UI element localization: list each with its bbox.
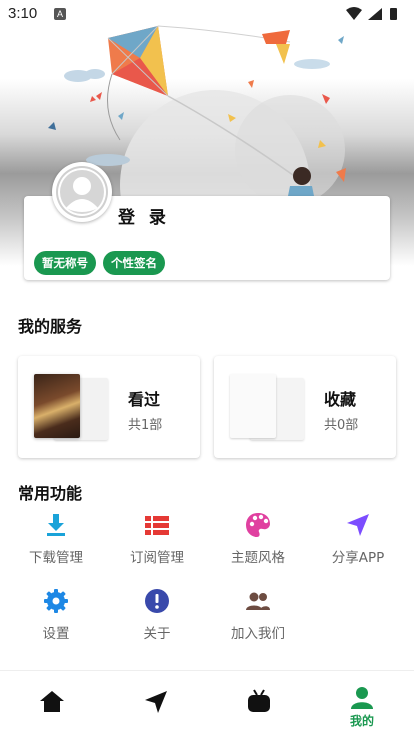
service-label: 收藏	[324, 390, 357, 409]
person-icon	[351, 687, 373, 709]
service-count: 共1部	[128, 418, 163, 433]
avatar[interactable]	[52, 162, 112, 222]
share-app-item[interactable]: 分享APP	[313, 512, 403, 566]
join-us-item[interactable]: 加入我们	[213, 588, 303, 642]
home-icon	[40, 691, 64, 712]
send-icon	[145, 691, 167, 713]
battery-icon	[390, 8, 397, 20]
theme-style-item[interactable]: 主题风格	[213, 512, 303, 566]
default-avatar-icon	[56, 166, 108, 218]
function-label: 设置	[42, 626, 70, 642]
wifi-icon	[346, 7, 362, 20]
function-label: 分享APP	[331, 550, 385, 566]
service-card-favorites[interactable]: 收藏 共0部	[214, 356, 396, 458]
subscription-manage-item[interactable]: 订阅管理	[112, 512, 202, 566]
list-icon	[145, 516, 169, 535]
nav-home[interactable]	[22, 689, 82, 715]
services-title: 我的服务	[18, 317, 83, 336]
login-label[interactable]: 登 录	[118, 203, 170, 228]
title-chip[interactable]: 暂无称号	[34, 251, 96, 275]
settings-item[interactable]: 设置	[11, 588, 101, 642]
palette-icon	[246, 513, 270, 537]
function-label: 下载管理	[29, 550, 83, 566]
signature-chip[interactable]: 个性签名	[103, 251, 165, 275]
gear-icon	[44, 589, 68, 613]
group-icon	[246, 592, 270, 610]
download-icon	[47, 514, 65, 536]
tv-icon	[248, 689, 270, 712]
function-label: 主题风格	[231, 550, 285, 566]
service-label: 看过	[128, 390, 161, 409]
bottom-nav: 我的	[0, 670, 414, 737]
function-label: 加入我们	[231, 626, 285, 642]
download-manage-item[interactable]: 下载管理	[11, 512, 101, 566]
status-bar: 3:10 A	[0, 0, 414, 28]
nav-tv[interactable]	[229, 689, 289, 715]
service-count: 共0部	[324, 418, 359, 433]
status-time: 3:10	[8, 5, 38, 22]
service-card-watched[interactable]: 看过 共1部	[18, 356, 200, 458]
function-label: 订阅管理	[130, 550, 184, 566]
function-label: 关于	[143, 626, 171, 642]
about-item[interactable]: 关于	[112, 588, 202, 642]
notification-icon: A	[54, 8, 66, 20]
status-icons	[346, 7, 397, 20]
poster-thumbnail	[34, 374, 80, 438]
nav-mine-label: 我的	[349, 714, 374, 728]
signal-icon	[368, 8, 382, 20]
info-icon	[145, 589, 169, 613]
functions-title: 常用功能	[18, 484, 83, 503]
nav-mine[interactable]: 我的	[332, 685, 392, 729]
nav-discover[interactable]	[126, 689, 186, 715]
send-icon	[347, 514, 369, 536]
